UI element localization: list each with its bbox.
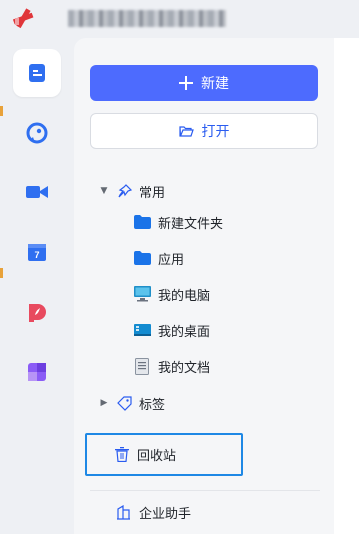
recycle-bin-item[interactable]: 回收站	[85, 433, 243, 476]
new-button[interactable]: 新建	[90, 65, 318, 101]
rail-chat-button[interactable]	[13, 109, 61, 157]
tree-section-label: 常用	[139, 185, 166, 201]
tree-section-common[interactable]: ▼ 常用	[99, 179, 165, 203]
app-rail: 7	[0, 38, 74, 534]
tree-item-my-documents[interactable]: 我的文档	[133, 354, 210, 378]
tree-item-label: 应用	[158, 252, 185, 268]
tree-item-label: 新建文件夹	[158, 216, 224, 232]
documents-icon	[29, 64, 45, 82]
app-logo-icon	[12, 8, 34, 29]
tree-item-label: 我的桌面	[158, 324, 211, 340]
recycle-bin-label: 回收站	[137, 449, 177, 464]
divider	[90, 490, 320, 491]
rail-pdf-button[interactable]	[13, 288, 61, 336]
open-button[interactable]: 打开	[90, 113, 318, 149]
caret-down-icon: ▼	[100, 186, 108, 196]
svg-text:7: 7	[34, 250, 39, 260]
desktop-icon	[133, 321, 151, 339]
tree-item-my-computer[interactable]: 我的电脑	[133, 282, 210, 306]
tree-item-label: 我的文档	[158, 360, 211, 376]
tree-item-apps[interactable]: 应用	[133, 246, 184, 270]
tree-item-my-desktop[interactable]: 我的桌面	[133, 318, 210, 342]
enterprise-assistant-item[interactable]: 企业助手	[114, 500, 191, 524]
new-button-label: 新建	[201, 76, 229, 92]
caret-right-icon: ▶	[100, 398, 108, 408]
pin-icon	[115, 182, 133, 200]
title-bar	[0, 0, 359, 38]
building-icon	[114, 503, 132, 521]
tree-section-label: 标签	[139, 397, 166, 413]
trash-icon	[115, 447, 129, 462]
app-center-icon	[28, 363, 46, 381]
rail-edge-marker	[0, 106, 3, 116]
rail-meeting-button[interactable]	[13, 168, 61, 216]
tree-item-new-folder[interactable]: 新建文件夹	[133, 210, 223, 234]
calendar-icon: 7	[28, 244, 46, 261]
chat-bubble-icon	[26, 122, 48, 144]
pdf-app-icon	[29, 304, 46, 322]
content-area-edge	[334, 38, 359, 534]
tree-item-label: 我的电脑	[158, 288, 211, 304]
document-icon	[133, 357, 151, 375]
rail-calendar-button[interactable]: 7	[13, 228, 61, 276]
tag-icon	[115, 394, 133, 412]
rail-edge-marker	[0, 268, 3, 278]
window-title-obscured	[68, 10, 226, 27]
folder-icon	[133, 213, 151, 231]
tree-section-tags[interactable]: ▶ 标签	[99, 391, 165, 415]
open-folder-icon	[178, 125, 194, 137]
enterprise-assistant-label: 企业助手	[139, 506, 192, 522]
rail-apps-button[interactable]	[13, 348, 61, 396]
video-camera-icon	[26, 186, 48, 198]
open-button-label: 打开	[201, 124, 230, 140]
folder-icon	[133, 249, 151, 267]
monitor-icon	[133, 285, 151, 303]
rail-docs-button[interactable]	[13, 49, 61, 97]
plus-icon	[179, 76, 193, 90]
